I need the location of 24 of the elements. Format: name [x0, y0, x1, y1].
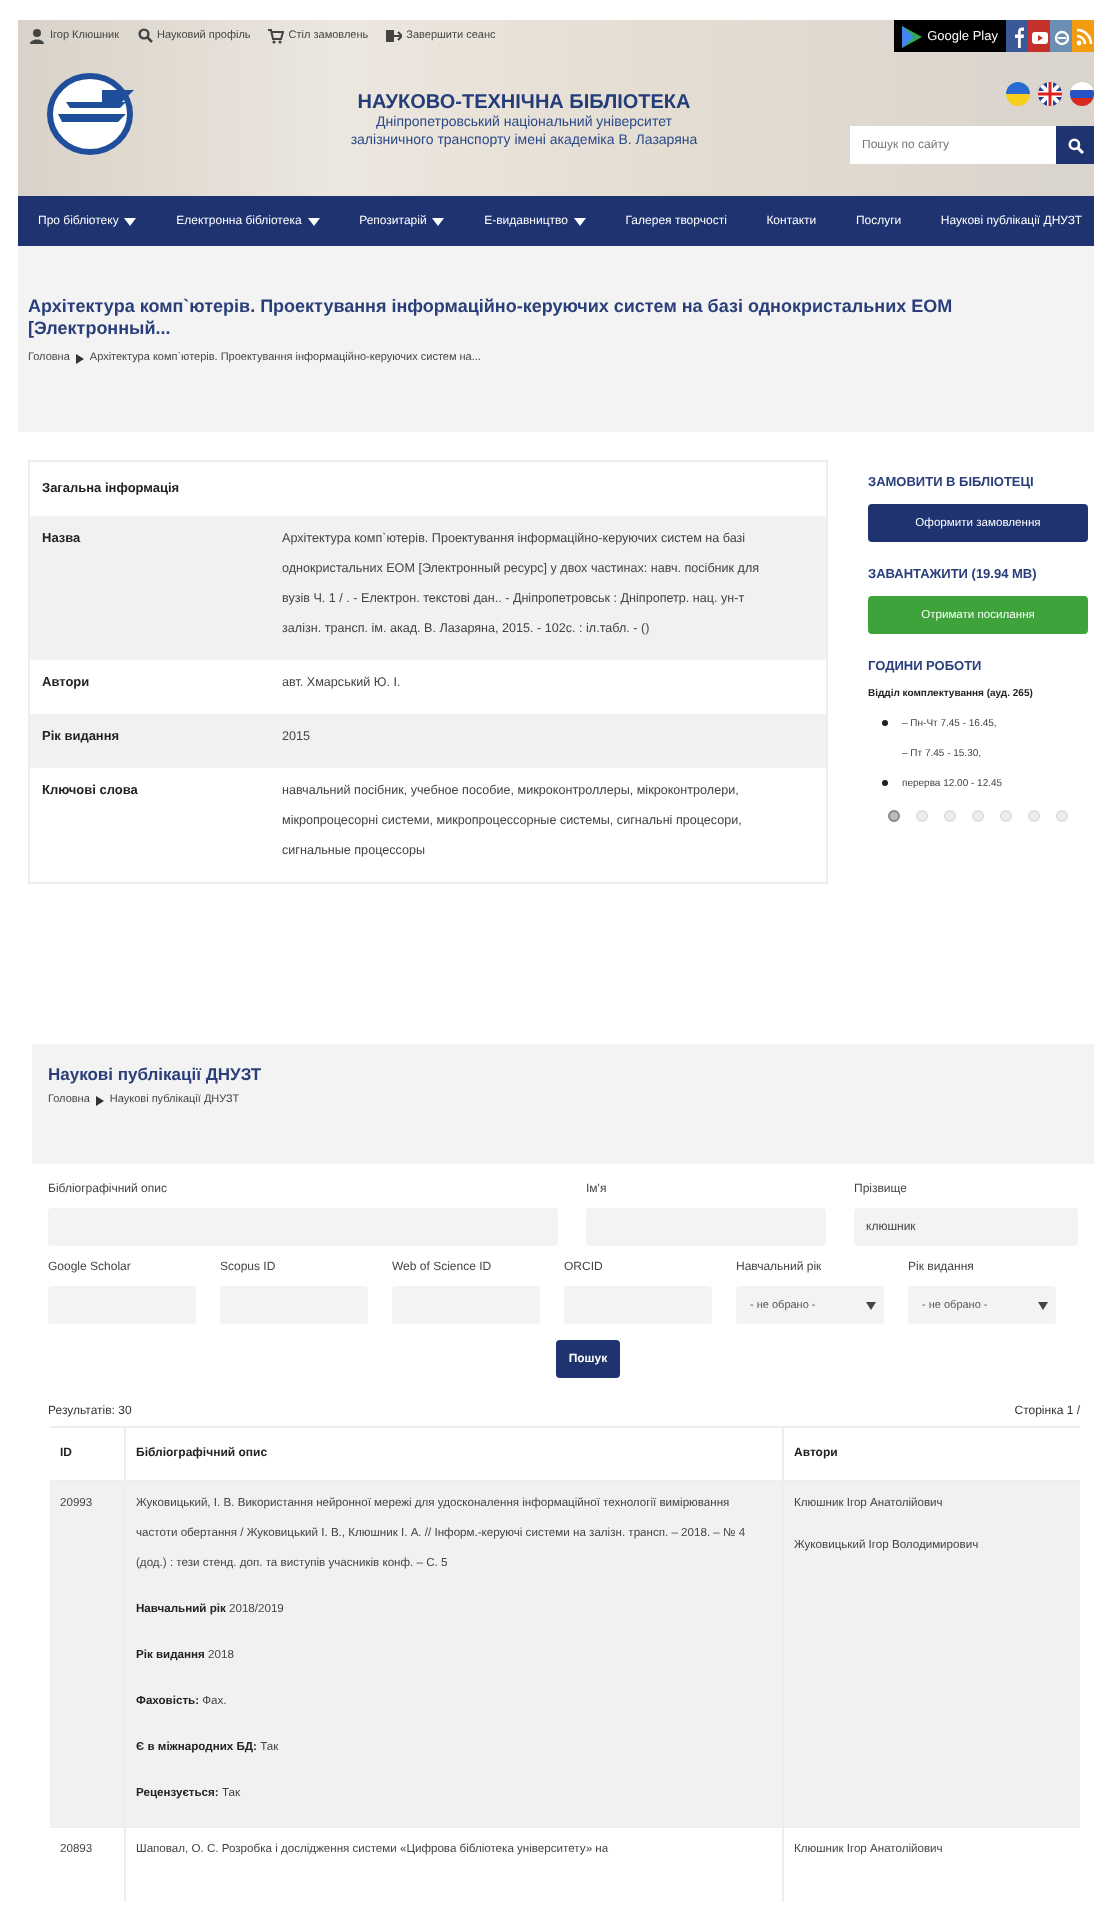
- tricolor-flag-icon[interactable]: [1070, 82, 1094, 106]
- uk-flag-icon[interactable]: [1038, 82, 1062, 106]
- page-title: Архітектура комп`ютерів. Проектування інформаційно-керуючих систем на базі однокристальних ЕОМ [Электронный...: [28, 296, 955, 340]
- university-logo: [42, 70, 138, 158]
- carousel-dot[interactable]: [888, 810, 900, 822]
- search-icon: [137, 28, 154, 44]
- exit-icon: [386, 28, 403, 44]
- social-link[interactable]: [1006, 20, 1028, 52]
- circle-icon: [1051, 25, 1071, 47]
- ukraine-flag-icon[interactable]: [1006, 82, 1030, 106]
- rss-icon: [1073, 25, 1093, 47]
- social-link[interactable]: [1028, 20, 1050, 52]
- caret-icon: [866, 1301, 876, 1309]
- social-link[interactable]: [1050, 20, 1072, 52]
- site-title: НАУКОВО-ТЕХНІЧНА БІБЛІОТЕКА: [355, 92, 693, 114]
- caret-icon: [1038, 1301, 1048, 1309]
- play-icon: [901, 25, 922, 47]
- chevron-icon: [95, 1095, 104, 1105]
- search-icon: [1067, 137, 1083, 153]
- page-title: Наукові публікації ДНУЗТ: [48, 1064, 264, 1086]
- user-icon: [30, 28, 46, 44]
- cart-icon: [268, 28, 285, 44]
- chevron-icon: [75, 353, 84, 363]
- search-button[interactable]: [1056, 126, 1094, 164]
